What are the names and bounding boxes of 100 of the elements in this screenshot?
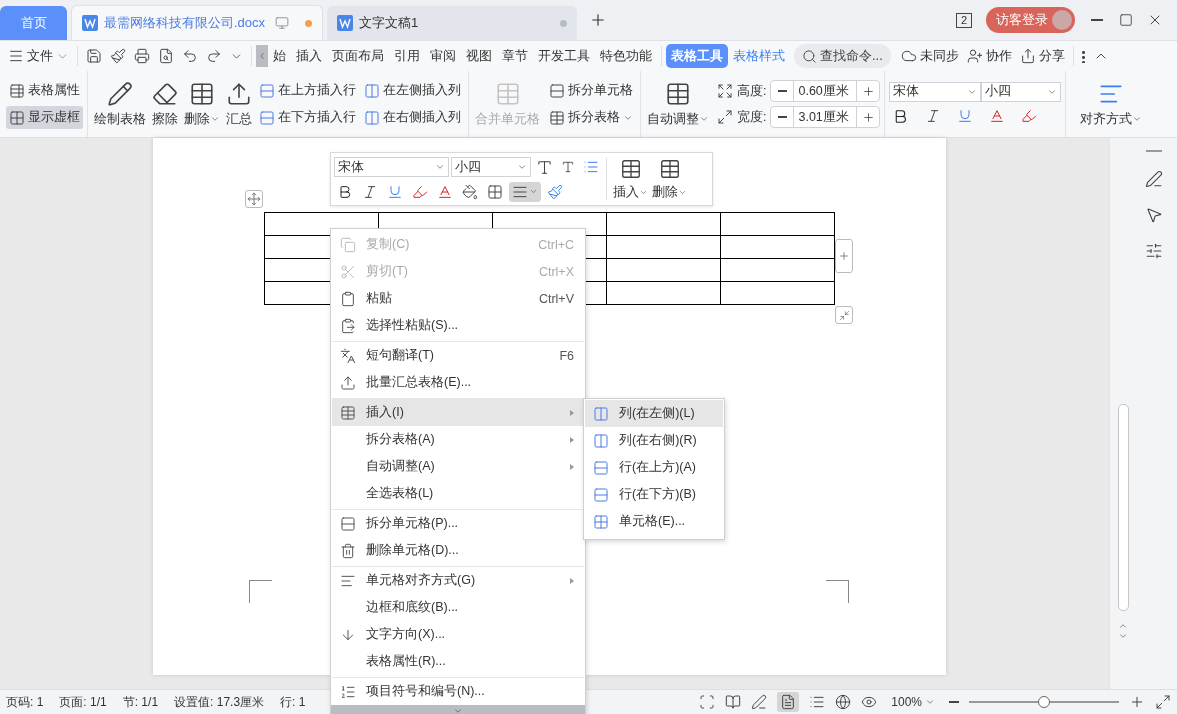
fullscreen-icon[interactable] xyxy=(1155,694,1171,710)
font-select[interactable]: 宋体 xyxy=(334,157,449,177)
ribbon-button[interactable]: 绘制表格 xyxy=(92,78,148,130)
align-button[interactable]: 对齐方式 xyxy=(1078,78,1145,130)
spinner-field[interactable]: 3.01厘米 xyxy=(770,106,881,128)
menu-item[interactable]: 单元格(E)... xyxy=(585,508,723,535)
split-cell-icon xyxy=(549,82,565,99)
menu-item[interactable]: 短句翻译(T) F6 xyxy=(332,341,584,369)
ribbon-button[interactable]: 拆分表格 xyxy=(546,106,636,129)
plus-icon xyxy=(838,250,850,262)
spinner-field[interactable]: 0.60厘米 xyxy=(770,80,881,102)
ribbon-tab[interactable]: 始 xyxy=(268,44,291,68)
maximize-button[interactable] xyxy=(1119,13,1133,27)
ribbon-button[interactable]: 在下方插入行 xyxy=(256,106,359,129)
resize-table-handle[interactable] xyxy=(835,306,853,324)
plus-icon xyxy=(589,11,607,29)
window-count[interactable]: 2 xyxy=(955,12,972,28)
menu-item[interactable]: 单元格对齐方式(G) xyxy=(332,566,584,594)
outline-icon[interactable] xyxy=(809,694,826,710)
file-menu[interactable]: 文件 xyxy=(4,44,73,68)
menu-item[interactable]: 列(在右侧)(R) xyxy=(585,427,723,454)
menu-item[interactable]: 粘贴 Ctrl+V xyxy=(332,285,584,312)
book-icon[interactable] xyxy=(725,694,742,710)
table-cell[interactable] xyxy=(720,281,835,305)
ribbon-tab[interactable]: 表格样式 xyxy=(728,44,790,68)
delete-button[interactable]: 删除 xyxy=(650,155,689,203)
ribbon-button[interactable]: 在右侧插入列 xyxy=(361,106,464,129)
font-select[interactable]: 宋体 xyxy=(889,81,982,102)
document-tab[interactable]: 文字文稿1 xyxy=(327,6,577,40)
add-column-handle[interactable] xyxy=(835,239,853,273)
login-button[interactable]: 访客登录 xyxy=(986,7,1075,33)
table-cell[interactable] xyxy=(606,281,721,305)
menu-item[interactable]: 全选表格(L) xyxy=(332,480,584,507)
ribbon-button[interactable]: 在左侧插入列 xyxy=(361,79,464,102)
ribbon-tab[interactable]: 引用 xyxy=(389,44,425,68)
zoom-thumb[interactable] xyxy=(1038,696,1050,708)
autofit-button[interactable]: 自动调整 xyxy=(645,78,711,130)
menu-item[interactable]: 行(在上方)(A) xyxy=(585,454,723,481)
size-select[interactable]: 小四 xyxy=(981,81,1062,102)
new-tab-button[interactable] xyxy=(589,11,607,29)
upload-icon xyxy=(340,374,356,391)
ribbon-tab[interactable]: 审阅 xyxy=(425,44,461,68)
ribbon-button[interactable]: 在上方插入行 xyxy=(256,79,359,102)
menu-item[interactable]: 插入(I) xyxy=(332,398,584,426)
ribbon-tab[interactable]: 插入 xyxy=(291,44,327,68)
table-cell[interactable] xyxy=(606,235,721,259)
menu-item[interactable]: 拆分表格(A) xyxy=(332,426,584,453)
list-icon xyxy=(340,683,356,700)
minimize-icon xyxy=(1091,19,1103,21)
table-cell[interactable] xyxy=(720,258,835,282)
command-search[interactable]: 查找命令... xyxy=(794,44,891,68)
copy-icon xyxy=(340,236,356,253)
web-icon[interactable] xyxy=(835,694,852,710)
size-select[interactable]: 小四 xyxy=(451,157,531,177)
page-view-button[interactable] xyxy=(777,692,800,712)
document-tab[interactable]: 最需网络科技有限公司.docx xyxy=(71,5,323,40)
toolbar-action[interactable]: 分享 xyxy=(1015,44,1069,68)
menu-item[interactable]: 边框和底纹(B)... xyxy=(332,594,584,621)
ribbon-button[interactable]: 拆分单元格 xyxy=(546,79,636,102)
underline-icon xyxy=(387,183,403,200)
cursor-icon[interactable] xyxy=(1144,205,1163,224)
table-cell[interactable] xyxy=(606,258,721,282)
maximize-icon xyxy=(1119,13,1133,27)
eye-icon[interactable] xyxy=(861,694,878,710)
menu-item[interactable]: 选择性粘贴(S)... xyxy=(332,312,584,339)
insert-button[interactable]: 插入 xyxy=(611,155,650,203)
align-button[interactable] xyxy=(509,181,541,202)
delete-icon xyxy=(340,542,356,559)
table-cell[interactable] xyxy=(720,212,835,236)
table-cell[interactable] xyxy=(606,212,721,236)
menu-item[interactable]: 批量汇总表格(E)... xyxy=(332,369,584,396)
table-cell[interactable] xyxy=(720,235,835,259)
menu-item[interactable]: 文字方向(X)... xyxy=(332,621,584,648)
sliders-icon[interactable] xyxy=(1144,241,1163,260)
zoom-select[interactable]: 100% xyxy=(887,692,939,712)
table-properties-button[interactable]: 表格属性 xyxy=(6,79,83,102)
ribbon-button[interactable]: 删除 xyxy=(182,78,222,130)
menu-item[interactable]: 行(在下方)(B) xyxy=(585,481,723,508)
toolbar-action[interactable]: 未同步 xyxy=(896,44,963,68)
ribbon-tab[interactable]: 特色功能 xyxy=(595,44,657,68)
menu-item[interactable]: 列(在左侧)(L) xyxy=(585,400,723,427)
pen-icon[interactable] xyxy=(751,694,768,710)
menu-item[interactable]: 表格属性(R)... xyxy=(332,648,584,675)
highlighter-icon xyxy=(1021,108,1038,124)
insert-table-icon xyxy=(619,157,642,180)
ribbon-button[interactable]: 汇总 xyxy=(224,78,254,130)
insert-row-icon xyxy=(259,109,275,126)
menu-item[interactable]: 自动调整(A) xyxy=(332,453,584,480)
ribbon-tab[interactable]: 开发工具 xyxy=(533,44,595,68)
gridlines-toggle[interactable]: 显示虚框 xyxy=(6,106,83,129)
move-table-handle[interactable] xyxy=(245,190,263,208)
ribbon-tab[interactable]: 章节 xyxy=(497,44,533,68)
ribbon-tab[interactable]: 页面布局 xyxy=(327,44,389,68)
toolbar-action[interactable]: 协作 xyxy=(962,44,1016,68)
ribbon-tab[interactable]: 视图 xyxy=(461,44,497,68)
menu-item[interactable]: 删除单元格(D)... xyxy=(332,537,584,564)
delete-table-icon xyxy=(189,80,215,107)
pen-icon[interactable] xyxy=(1144,169,1163,188)
scrollbar-thumb[interactable] xyxy=(1117,404,1129,611)
ribbon-button[interactable]: 擦除 xyxy=(150,78,180,130)
